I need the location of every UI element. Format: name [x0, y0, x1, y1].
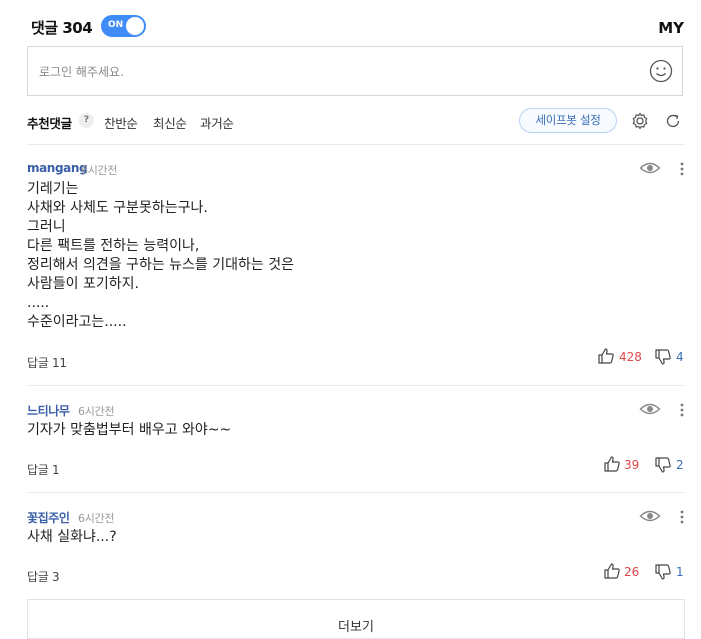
load-more-button[interactable]: 더보기 [27, 599, 685, 639]
reply-count: 1 [52, 463, 60, 477]
reply-label: 답글 [27, 356, 49, 370]
settings-gear-icon[interactable] [630, 111, 650, 131]
reply-count: 11 [52, 356, 67, 370]
load-more-label: 더보기 [338, 620, 374, 635]
more-options-icon[interactable] [678, 161, 686, 177]
comment-body: 사채 실화냐...? [27, 529, 117, 545]
refresh-icon[interactable] [663, 111, 683, 131]
divider [27, 385, 685, 386]
comment-body: 기레기는 사채와 사체도 구분못하는구나. 그러니 다른 팩트를 전하는 능력이… [27, 181, 294, 330]
help-icon[interactable]: ? [79, 113, 94, 128]
tab-recommended[interactable]: 추천댓글 [27, 113, 72, 132]
emoji-icon[interactable] [649, 59, 673, 83]
reply-label: 답글 [27, 463, 49, 477]
dislike-count: 2 [676, 458, 684, 472]
comment-time: 6시간전 [78, 512, 115, 525]
thumbs-up-icon[interactable] [603, 562, 621, 580]
thumbs-down-icon[interactable] [654, 348, 672, 366]
thumbs-up-icon[interactable] [597, 347, 615, 365]
toggle-knob [126, 17, 144, 35]
like-count: 428 [619, 350, 642, 364]
tab-pro-con[interactable]: 찬반순 [104, 113, 138, 132]
dislike-count: 4 [676, 350, 684, 364]
my-button[interactable]: MY [658, 19, 684, 37]
comment-time: 6시간전 [78, 405, 115, 418]
comment-time: 6시간전 [81, 164, 118, 177]
thumbs-down-icon[interactable] [654, 456, 672, 474]
tab-oldest[interactable]: 과거순 [200, 113, 234, 132]
comment-count-title: 댓글 304 [31, 19, 93, 37]
reply-count: 3 [52, 570, 60, 584]
dislike-count: 1 [676, 565, 684, 579]
like-count: 39 [624, 458, 640, 472]
reply-button[interactable]: 답글 11 [27, 354, 67, 371]
reply-button[interactable]: 답글 1 [27, 461, 60, 478]
comment-toggle[interactable]: ON [101, 15, 146, 37]
reply-label: 답글 [27, 570, 49, 584]
thumbs-up-icon[interactable] [603, 455, 621, 473]
reply-button[interactable]: 답글 3 [27, 568, 60, 585]
comment-author[interactable]: 느티나무 [27, 402, 70, 419]
thumbs-down-icon[interactable] [654, 563, 672, 581]
more-options-icon[interactable] [678, 402, 686, 418]
eye-icon[interactable] [639, 508, 661, 524]
safebot-settings-button[interactable]: 세이프봇 설정 [519, 108, 617, 133]
comment-input[interactable]: 로그인 해주세요. [27, 46, 683, 96]
more-options-icon[interactable] [678, 509, 686, 525]
eye-icon[interactable] [639, 160, 661, 176]
comment-author[interactable]: mangang [27, 161, 88, 175]
eye-icon[interactable] [639, 401, 661, 417]
divider [27, 492, 685, 493]
comment-body: 기자가 맞춤법부터 배우고 와야~~ [27, 422, 232, 438]
like-count: 26 [624, 565, 640, 579]
comment-input-placeholder: 로그인 해주세요. [39, 65, 124, 79]
divider [27, 144, 685, 145]
tab-latest[interactable]: 최신순 [153, 113, 187, 132]
toggle-label: ON [108, 20, 124, 30]
comment-author[interactable]: 꽃집주인 [27, 509, 70, 526]
